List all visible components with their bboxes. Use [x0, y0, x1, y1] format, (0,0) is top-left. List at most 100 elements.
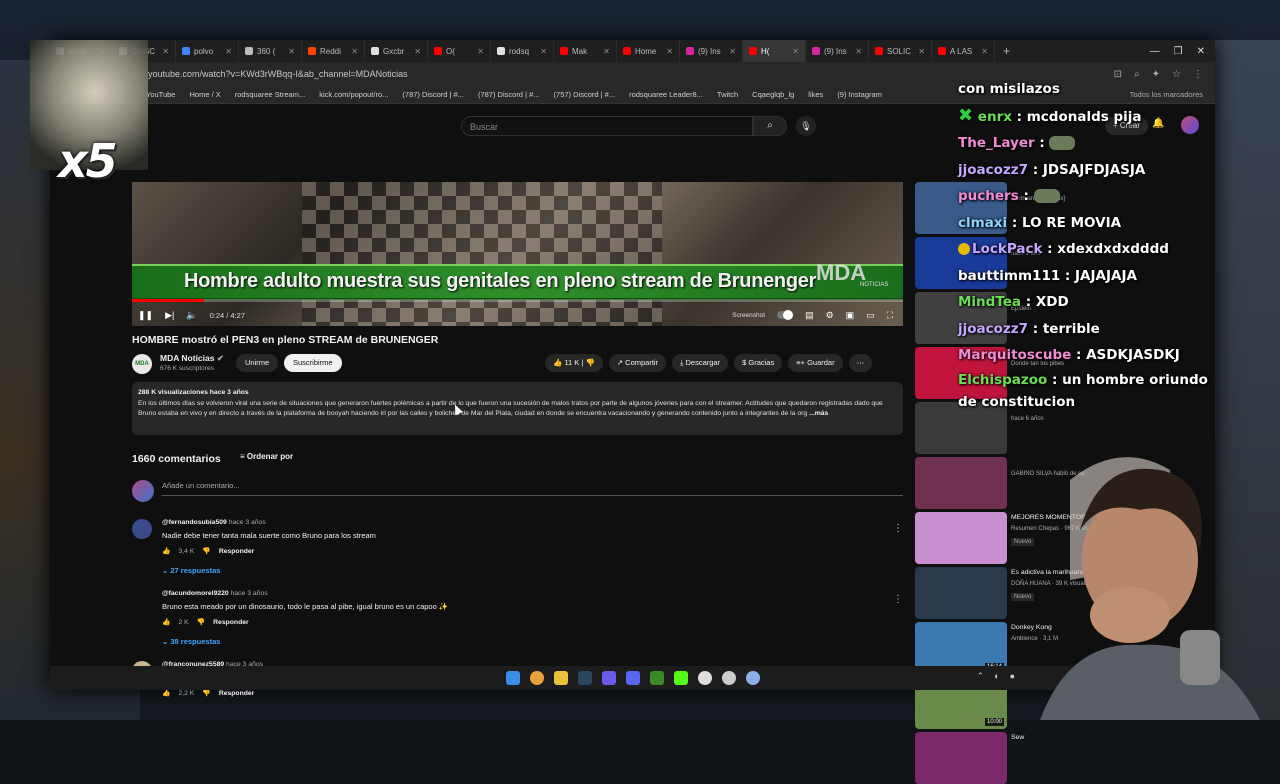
browser-tab[interactable]: Reddi ✕ — [302, 40, 365, 62]
close-icon[interactable]: ✕ — [729, 47, 736, 56]
bookmark-item[interactable]: YouTube — [146, 90, 175, 99]
tray-icon[interactable]: ◐ — [994, 671, 999, 682]
browser-tab[interactable]: polvo ✕ — [176, 40, 239, 62]
thumbs-down-icon[interactable]: 👎 — [202, 547, 210, 555]
close-icon[interactable]: ✕ — [918, 47, 925, 56]
thumbs-down-icon[interactable]: 👎 — [197, 618, 205, 626]
comment-menu-icon[interactable]: ⋮ — [893, 594, 903, 605]
close-window-icon[interactable]: ✕ — [1197, 46, 1205, 57]
fullscreen-icon[interactable]: ⛶ — [887, 310, 893, 321]
related-video-thumbnail[interactable] — [915, 512, 1007, 564]
bookmark-item[interactable]: rodsquaree Leader8... — [629, 90, 703, 99]
close-icon[interactable]: ✕ — [288, 47, 295, 56]
minecraft-icon[interactable] — [649, 671, 664, 685]
app-icon[interactable] — [601, 671, 616, 685]
folder-icon[interactable] — [553, 671, 568, 685]
restore-icon[interactable]: ❐ — [1174, 46, 1183, 57]
download-button[interactable]: ⤓ Descargar — [672, 354, 729, 372]
discord-icon[interactable] — [625, 671, 640, 685]
comment-avatar[interactable] — [132, 519, 152, 539]
browser-tab[interactable]: (9) Ins ✕ — [806, 40, 869, 62]
share-button[interactable]: ↗ Compartir — [608, 354, 667, 372]
comment-user[interactable]: @facundomorel9220 — [162, 590, 229, 597]
comment-user[interactable]: @fernandosubia509 — [162, 519, 227, 526]
browser-tab[interactable]: Mak ✕ — [554, 40, 617, 62]
settings-gear-icon[interactable]: ⚙ — [826, 310, 834, 321]
close-icon[interactable]: ✕ — [603, 47, 610, 56]
volume-icon[interactable]: 🔈 — [180, 310, 203, 321]
pause-icon[interactable]: ❚❚ — [132, 310, 159, 321]
bookmark-item[interactable]: Twitch — [717, 90, 738, 99]
url-text[interactable]: youtube.com/watch?v=KWd3rWBqq-I&ab_chann… — [148, 69, 408, 79]
kick-icon[interactable] — [673, 671, 688, 685]
video-description[interactable]: 288 K visualizaciones hace 3 años En los… — [132, 382, 903, 435]
close-icon[interactable]: ✕ — [666, 47, 673, 56]
thanks-button[interactable]: $ Gracias — [734, 354, 783, 372]
browser-tab[interactable]: SOLIC ✕ — [869, 40, 932, 62]
new-tab-icon[interactable]: + — [995, 44, 1018, 58]
bookmark-item[interactable]: Home / X — [189, 90, 220, 99]
browser-tab[interactable]: rodsq ✕ — [491, 40, 554, 62]
screenshot-label[interactable]: Screenshot — [732, 312, 765, 319]
bookmark-item[interactable]: (9) Instagram — [837, 90, 882, 99]
bookmark-item[interactable]: Cqaeglqb_lg — [752, 90, 794, 99]
browser-tab[interactable]: (9) Ins ✕ — [680, 40, 743, 62]
chrome-icon[interactable] — [529, 671, 544, 685]
minimize-icon[interactable]: — — [1150, 46, 1160, 57]
close-icon[interactable]: ✕ — [162, 47, 169, 56]
bookmark-item[interactable]: likes — [808, 90, 823, 99]
save-button[interactable]: ≡+ Guardar — [788, 354, 843, 372]
tray-icon[interactable]: ● — [1010, 671, 1015, 682]
browser-tab[interactable]: 360 (✕ — [239, 40, 302, 62]
reply-button[interactable]: Responder — [213, 619, 249, 626]
thumbs-up-icon[interactable]: 👍 — [162, 689, 170, 697]
add-comment-input[interactable]: Añade un comentario... — [162, 481, 903, 496]
comment-avatar[interactable] — [132, 590, 152, 610]
related-video-title[interactable]: Sew — [1011, 734, 1024, 741]
close-icon[interactable]: ✕ — [414, 47, 421, 56]
search-input[interactable]: Buscar — [461, 116, 753, 136]
search-button[interactable]: ⌕ — [753, 116, 787, 136]
close-icon[interactable]: ✕ — [540, 47, 547, 56]
browser-tab[interactable]: Gxcbr ✕ — [365, 40, 428, 62]
next-icon[interactable]: ▶| — [159, 310, 180, 321]
thumbs-down-icon[interactable]: 👎 — [585, 358, 594, 367]
browser-tab[interactable]: Home ✕ — [617, 40, 680, 62]
subscribe-button[interactable]: Suscribirme — [284, 354, 342, 372]
reply-button[interactable]: Responder — [219, 548, 255, 555]
view-replies-button[interactable]: ⌄ 27 respuestas — [162, 566, 220, 575]
close-icon[interactable]: ✕ — [792, 47, 799, 56]
browser-tab[interactable]: A LAS ✕ — [932, 40, 995, 62]
description-more[interactable]: ...más — [809, 410, 828, 417]
join-button[interactable]: Unirme — [236, 354, 279, 372]
thumbs-up-icon[interactable]: 👍 — [162, 547, 170, 555]
thumbs-down-icon[interactable]: 👎 — [202, 689, 210, 697]
like-button[interactable]: 👍 11 K | 👎 — [545, 354, 603, 372]
subtitles-icon[interactable]: ▤ — [805, 310, 814, 321]
steam-icon[interactable] — [577, 671, 592, 685]
thumbs-up-icon[interactable]: 👍 — [162, 618, 170, 626]
browser-tab[interactable]: O(✕ — [428, 40, 491, 62]
browser-tab[interactable]: H(✕ — [743, 40, 806, 62]
autoplay-toggle[interactable] — [777, 310, 794, 320]
chevron-up-icon[interactable]: ⌃ — [977, 671, 985, 682]
close-icon[interactable]: ✕ — [981, 47, 988, 56]
bookmark-item[interactable]: (787) Discord | #... — [402, 90, 464, 99]
view-replies-button[interactable]: ⌄ 38 respuestas — [162, 637, 220, 646]
related-video-thumbnail[interactable] — [915, 457, 1007, 509]
more-actions-button[interactable]: ⋯ — [848, 354, 873, 372]
related-video-thumbnail[interactable] — [915, 732, 1007, 784]
close-icon[interactable]: ✕ — [855, 47, 862, 56]
channel-avatar[interactable]: MDA — [132, 354, 152, 374]
miniplayer-icon[interactable]: ▣ — [846, 310, 855, 321]
settings-icon[interactable] — [721, 671, 736, 685]
voice-search-button[interactable]: 🎙 — [796, 116, 816, 136]
vpn-icon[interactable] — [745, 671, 760, 685]
channel-name-text[interactable]: MDA Noticias — [160, 353, 214, 363]
close-icon[interactable]: ✕ — [477, 47, 484, 56]
video-player[interactable]: Hombre adulto muestra sus genitales en p… — [132, 182, 903, 326]
related-video-thumbnail[interactable] — [915, 567, 1007, 619]
channel-name[interactable]: MDA Noticias ✔ — [160, 353, 224, 364]
windows-start-icon[interactable] — [505, 671, 520, 685]
sort-button[interactable]: ≡ Ordenar por — [240, 452, 293, 461]
